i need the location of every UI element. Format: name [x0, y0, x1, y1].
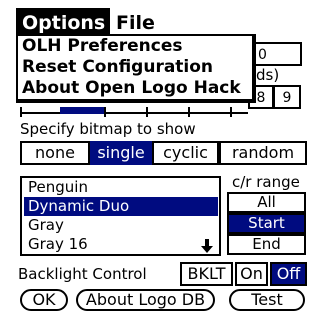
range-option-all[interactable]: All [227, 192, 306, 213]
slider-tick [104, 107, 106, 117]
backlight-bklt-button[interactable]: BKLT [180, 262, 233, 286]
open-logo-hack-screen: 0 ds) 8 9 Specify bitmap to show none si… [0, 0, 326, 312]
range-option-start[interactable]: Start [227, 213, 306, 234]
background-field-1-text: 0 [258, 47, 267, 63]
slider-tick [188, 107, 190, 117]
options-menu-dropdown: OLH Preferences Reset Configuration Abou… [16, 34, 256, 103]
bitmap-option-cyclic[interactable]: cyclic [152, 141, 219, 165]
bitmap-option-random[interactable]: random [219, 141, 307, 165]
menu-item-reset-configuration[interactable]: Reset Configuration [22, 57, 213, 78]
arrow-down-icon[interactable] [200, 238, 214, 253]
test-button[interactable]: Test [229, 289, 305, 311]
backlight-label: Backlight Control [18, 265, 147, 283]
ok-button[interactable]: OK [20, 289, 68, 311]
range-option-end[interactable]: End [227, 234, 306, 255]
slider-tick [146, 107, 148, 117]
bitmap-option-single[interactable]: single [90, 141, 152, 165]
slider-tick [20, 107, 22, 117]
list-item-selected[interactable]: Dynamic Duo [24, 197, 218, 216]
list-item[interactable]: Penguin [24, 178, 218, 197]
background-field-9-text: 9 [282, 90, 292, 106]
bitmap-label: Specify bitmap to show [20, 120, 196, 138]
background-field-8-text: 8 [256, 90, 266, 106]
bitmap-list[interactable]: Penguin Dynamic Duo Gray Gray 16 [20, 176, 221, 256]
about-logo-db-button[interactable]: About Logo DB [76, 289, 215, 311]
slider-tick [230, 107, 232, 117]
list-item[interactable]: Gray 16 [24, 235, 218, 254]
menu-item-about-open-logo-hack[interactable]: About Open Logo Hack [22, 78, 241, 99]
menu-item-olh-preferences[interactable]: OLH Preferences [22, 36, 182, 57]
backlight-off-button[interactable]: Off [270, 262, 307, 286]
range-label: c/r range [232, 173, 300, 191]
list-item[interactable]: Gray [24, 216, 218, 235]
slider-track[interactable] [20, 112, 248, 114]
bitmap-option-none[interactable]: none [20, 141, 90, 165]
background-label-partial: ds) [256, 66, 280, 84]
slider-thumb[interactable] [60, 107, 104, 114]
backlight-on-button[interactable]: On [235, 262, 268, 286]
background-field-9[interactable]: 9 [273, 85, 301, 109]
